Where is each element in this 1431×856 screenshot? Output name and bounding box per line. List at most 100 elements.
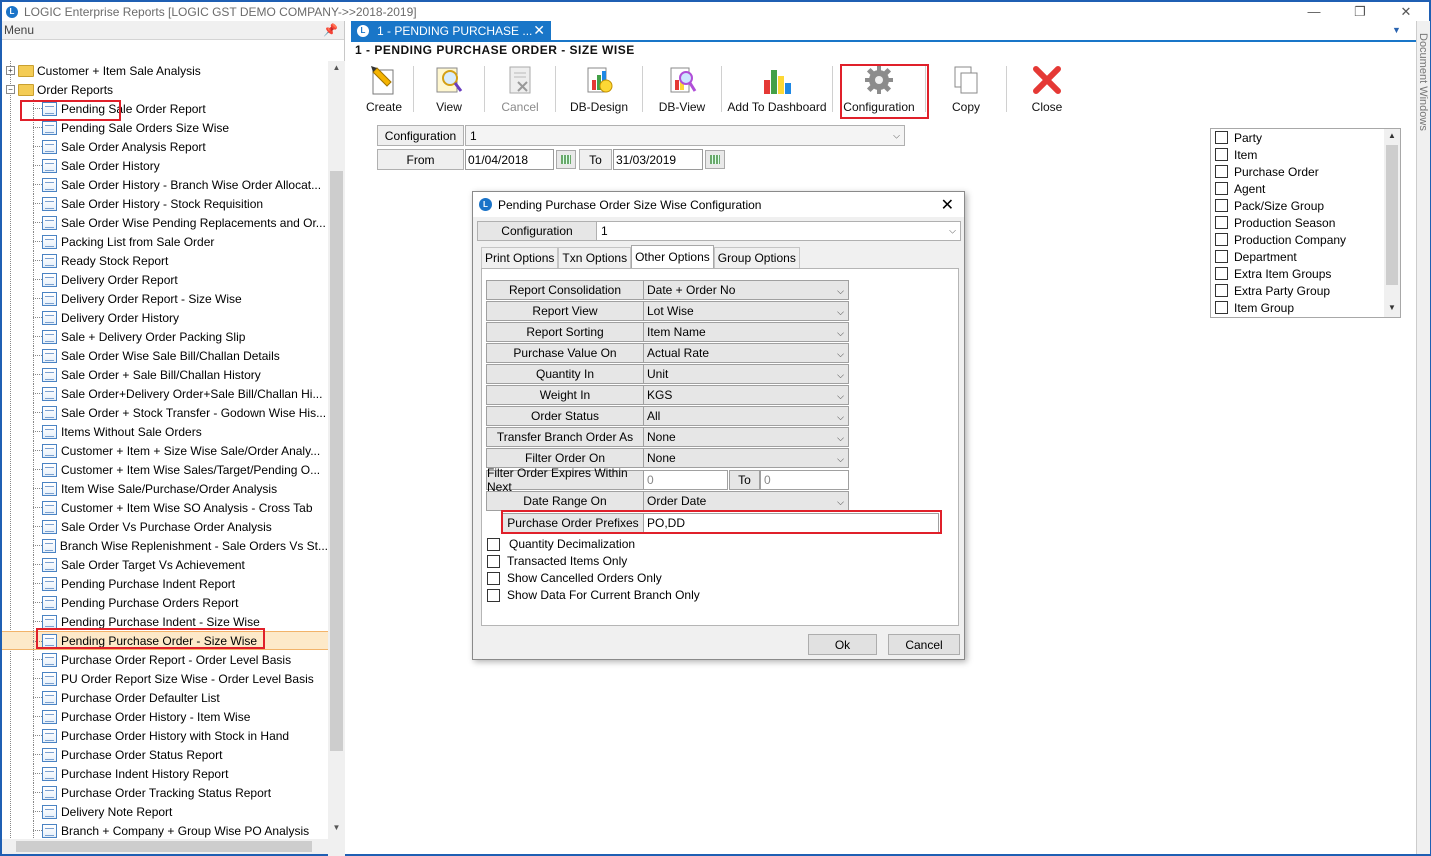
collapse-icon[interactable]: − (6, 85, 15, 94)
menu-item[interactable]: Item Wise Sale/Purchase/Order Analysis (2, 479, 328, 498)
menu-item[interactable]: Sale Order+Delivery Order+Sale Bill/Chal… (2, 384, 328, 403)
checklist-item[interactable]: Item (1211, 146, 1400, 163)
configuration-button[interactable]: Configuration (833, 62, 925, 116)
option-select[interactable]: Date + Order No ⌵ (643, 280, 849, 300)
checkbox[interactable] (1215, 182, 1228, 195)
checklist-item[interactable]: Production Season (1211, 214, 1400, 231)
checklist-item[interactable]: Purchase Order (1211, 163, 1400, 180)
option-select[interactable]: Item Name ⌵ (643, 322, 849, 342)
document-windows-panel[interactable]: Document Windows (1416, 21, 1430, 854)
menu-item[interactable]: Purchase Order Tracking Status Report (2, 783, 328, 802)
option-select[interactable]: Unit ⌵ (643, 364, 849, 384)
menu-item[interactable]: Purchase Order Defaulter List (2, 688, 328, 707)
tab-other-options[interactable]: Other Options (631, 245, 714, 268)
scroll-up-icon[interactable]: ▲ (328, 63, 345, 77)
option-select[interactable]: None ⌵ (643, 448, 849, 468)
checkbox[interactable] (1215, 301, 1228, 314)
menu-item[interactable]: Purchase Indent History Report (2, 764, 328, 783)
option-select[interactable]: All ⌵ (643, 406, 849, 426)
checklist-item[interactable]: Production Company (1211, 231, 1400, 248)
create-button[interactable]: Create (355, 62, 413, 116)
menu-item[interactable]: Ready Stock Report (2, 251, 328, 270)
tab-txn-options[interactable]: Txn Options (558, 247, 632, 268)
tab-group-options[interactable]: Group Options (713, 247, 800, 268)
tree-folder-order-reports[interactable]: − Order Reports (2, 80, 328, 99)
checklist-item[interactable]: Extra Party Group (1211, 282, 1400, 299)
checklist-scrollbar[interactable]: ▲ ▼ (1384, 129, 1400, 317)
restore-button[interactable]: ❐ (1337, 2, 1383, 21)
menu-item[interactable]: Items Without Sale Orders (2, 422, 328, 441)
checklist-item[interactable]: Extra Item Groups (1211, 265, 1400, 282)
menu-item[interactable]: Purchase Order History - Item Wise (2, 707, 328, 726)
from-date-input[interactable]: 01/04/2018 (465, 149, 554, 170)
checklist-item[interactable]: Item Group (1211, 299, 1400, 316)
menu-item[interactable]: Branch Wise Replenishment - Sale Orders … (2, 536, 328, 555)
checklist-item[interactable]: Pack/Size Group (1211, 197, 1400, 214)
close-window-button[interactable]: ✕ (1383, 2, 1429, 21)
close-button[interactable]: Close (1007, 62, 1087, 116)
expires-from-input[interactable]: 0 (643, 470, 728, 490)
date-range-select[interactable]: Order Date ⌵ (643, 491, 849, 511)
db-view-button[interactable]: DB-View (643, 62, 721, 116)
tab-print-options[interactable]: Print Options (481, 247, 559, 268)
scroll-down-icon[interactable]: ▼ (328, 823, 345, 837)
checkbox[interactable] (1215, 233, 1228, 246)
menu-item[interactable]: Sale Order History - Branch Wise Order A… (2, 175, 328, 194)
option-select[interactable]: None ⌵ (643, 427, 849, 447)
tree-folder-customer-item[interactable]: + Customer + Item Sale Analysis (2, 61, 328, 80)
menu-item[interactable]: Pending Purchase Indent Report (2, 574, 328, 593)
checkbox[interactable] (1215, 199, 1228, 212)
dialog-check-item[interactable]: Transacted Items Only (487, 554, 627, 568)
menu-item[interactable]: Pending Purchase Order - Size Wise (2, 631, 328, 650)
checkbox[interactable] (487, 571, 500, 585)
scroll-thumb[interactable] (1386, 145, 1398, 285)
checkbox[interactable] (1215, 165, 1228, 178)
menu-item[interactable]: Sale Order Wise Sale Bill/Challan Detail… (2, 346, 328, 365)
to-date-input[interactable]: 31/03/2019 (613, 149, 703, 170)
menu-item[interactable]: Pending Purchase Indent - Size Wise (2, 612, 328, 631)
dialog-check-item[interactable]: Show Data For Current Branch Only (487, 588, 700, 602)
db-design-button[interactable]: DB-Design (556, 62, 642, 116)
tab-close-icon[interactable]: ✕ (533, 22, 545, 39)
option-select[interactable]: Lot Wise ⌵ (643, 301, 849, 321)
menu-item[interactable]: Sale + Delivery Order Packing Slip (2, 327, 328, 346)
menu-item[interactable]: Pending Sale Orders Size Wise (2, 118, 328, 137)
dialog-close-icon[interactable]: ✕ (941, 195, 954, 215)
menu-item[interactable]: Branch + Company + Group Wise PO Analysi… (2, 821, 328, 840)
menu-item[interactable]: Delivery Order History (2, 308, 328, 327)
menu-item[interactable]: Pending Sale Order Report (2, 99, 328, 118)
menu-item[interactable]: Customer + Item + Size Wise Sale/Order A… (2, 441, 328, 460)
checkbox[interactable] (487, 588, 500, 602)
menu-item[interactable]: Delivery Order Report - Size Wise (2, 289, 328, 308)
prefixes-input[interactable]: PO,DD (643, 513, 939, 533)
checkbox[interactable] (1215, 284, 1228, 297)
menu-item[interactable]: Packing List from Sale Order (2, 232, 328, 251)
checklist-item[interactable]: Party (1211, 129, 1400, 146)
menu-vertical-scrollbar[interactable]: ▲ ▼ (328, 61, 345, 856)
option-select[interactable]: KGS ⌵ (643, 385, 849, 405)
menu-item[interactable]: Purchase Order History with Stock in Han… (2, 726, 328, 745)
add-to-dashboard-button[interactable]: Add To Dashboard (722, 62, 832, 116)
scroll-up-icon[interactable]: ▲ (1384, 131, 1400, 140)
option-select[interactable]: Actual Rate ⌵ (643, 343, 849, 363)
menu-item[interactable]: Sale Order Target Vs Achievement (2, 555, 328, 574)
menu-item[interactable]: Sale Order History - Stock Requisition (2, 194, 328, 213)
cancel-toolbar-button[interactable]: Cancel (485, 62, 555, 116)
menu-item[interactable]: Sale Order History (2, 156, 328, 175)
copy-button[interactable]: Copy (926, 62, 1006, 116)
checkbox[interactable] (1215, 148, 1228, 161)
checkbox[interactable] (1215, 250, 1228, 263)
scroll-down-icon[interactable]: ▼ (1384, 303, 1400, 312)
calendar-icon[interactable] (705, 150, 725, 169)
calendar-icon[interactable] (556, 150, 576, 169)
menu-item[interactable]: Sale Order + Sale Bill/Challan History (2, 365, 328, 384)
menu-item[interactable]: PU Order Report Size Wise - Order Level … (2, 669, 328, 688)
checklist-item[interactable]: Agent (1211, 180, 1400, 197)
checkbox[interactable] (487, 537, 500, 551)
configuration-select[interactable]: 1 ⌵ (465, 125, 905, 146)
menu-item[interactable]: Sale Order Vs Purchase Order Analysis (2, 517, 328, 536)
cancel-button[interactable]: Cancel (888, 634, 960, 655)
dialog-config-select[interactable]: 1 ⌵ (596, 221, 961, 241)
pin-icon[interactable]: 📌 (323, 23, 338, 37)
menu-item[interactable]: Delivery Note Report (2, 802, 328, 821)
